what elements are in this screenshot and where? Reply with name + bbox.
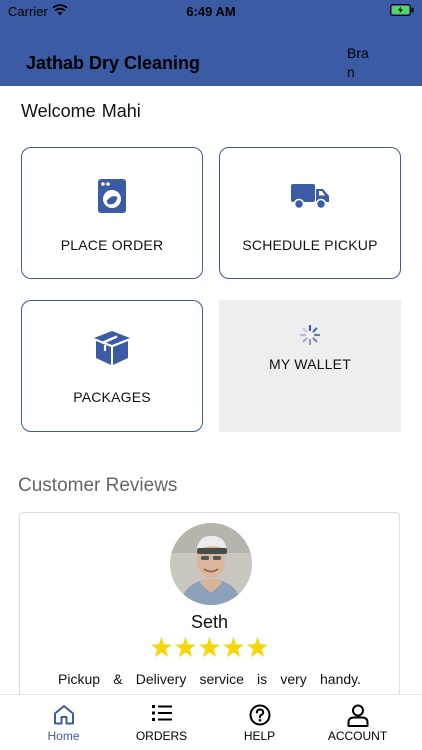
star-icon: [151, 637, 172, 657]
battery-icon: [390, 4, 414, 19]
clock: 6:49 AM: [186, 4, 236, 19]
tab-home[interactable]: Home: [11, 695, 116, 750]
review-text: Pickup & Delivery service is very handy.: [58, 671, 361, 687]
bottom-tab-bar: Home ORDERS HELP ACCOUNT: [0, 694, 422, 750]
package-icon: [22, 331, 202, 365]
place-order-label: PLACE ORDER: [60, 237, 164, 253]
tab-orders[interactable]: ORDERS: [109, 695, 214, 750]
list-icon: [109, 704, 214, 722]
reviewer-avatar: [170, 523, 252, 605]
tab-orders-label: ORDERS: [135, 729, 188, 743]
tab-account-label: ACCOUNT: [327, 729, 388, 743]
star-icon: [223, 637, 244, 657]
place-order-tile[interactable]: PLACE ORDER: [21, 147, 203, 279]
washing-machine-icon: [22, 179, 202, 213]
branch-selector[interactable]: Bran: [347, 44, 371, 82]
welcome-user-name: Mahi: [101, 101, 141, 121]
truck-icon: [220, 182, 400, 210]
reviewer-name: Seth: [190, 612, 229, 632]
loading-spinner-icon: [219, 324, 401, 346]
packages-label: PACKAGES: [73, 389, 151, 405]
schedule-pickup-tile[interactable]: SCHEDULE PICKUP: [219, 147, 401, 279]
app-title: Jathab Dry Cleaning: [26, 53, 201, 73]
packages-tile[interactable]: PACKAGES: [21, 300, 203, 432]
tab-help[interactable]: HELP: [207, 695, 312, 750]
welcome-message: Welcome Mahi: [21, 101, 147, 122]
welcome-greeting: Welcome: [21, 101, 96, 121]
star-icon: [199, 637, 220, 657]
user-icon: [305, 704, 410, 727]
star-icon: [175, 637, 196, 657]
schedule-pickup-label: SCHEDULE PICKUP: [242, 237, 378, 253]
review-card: Seth Pickup & Delivery service is very h…: [19, 512, 400, 712]
app-header: Carrier 6:49 AM Jathab Dry Cleaning Bran: [0, 0, 422, 86]
my-wallet-tile[interactable]: MY WALLET: [219, 300, 401, 432]
help-icon: [207, 704, 312, 726]
star-icon: [247, 637, 268, 657]
star-rating: [20, 637, 399, 657]
reviews-title: Customer Reviews: [18, 475, 178, 496]
tab-help-label: HELP: [243, 729, 276, 743]
tab-account[interactable]: ACCOUNT: [305, 695, 410, 750]
tab-home-label: Home: [47, 729, 80, 743]
home-icon: [11, 704, 116, 725]
my-wallet-label: MY WALLET: [269, 356, 351, 372]
status-bar: Carrier 6:49 AM: [0, 0, 422, 22]
